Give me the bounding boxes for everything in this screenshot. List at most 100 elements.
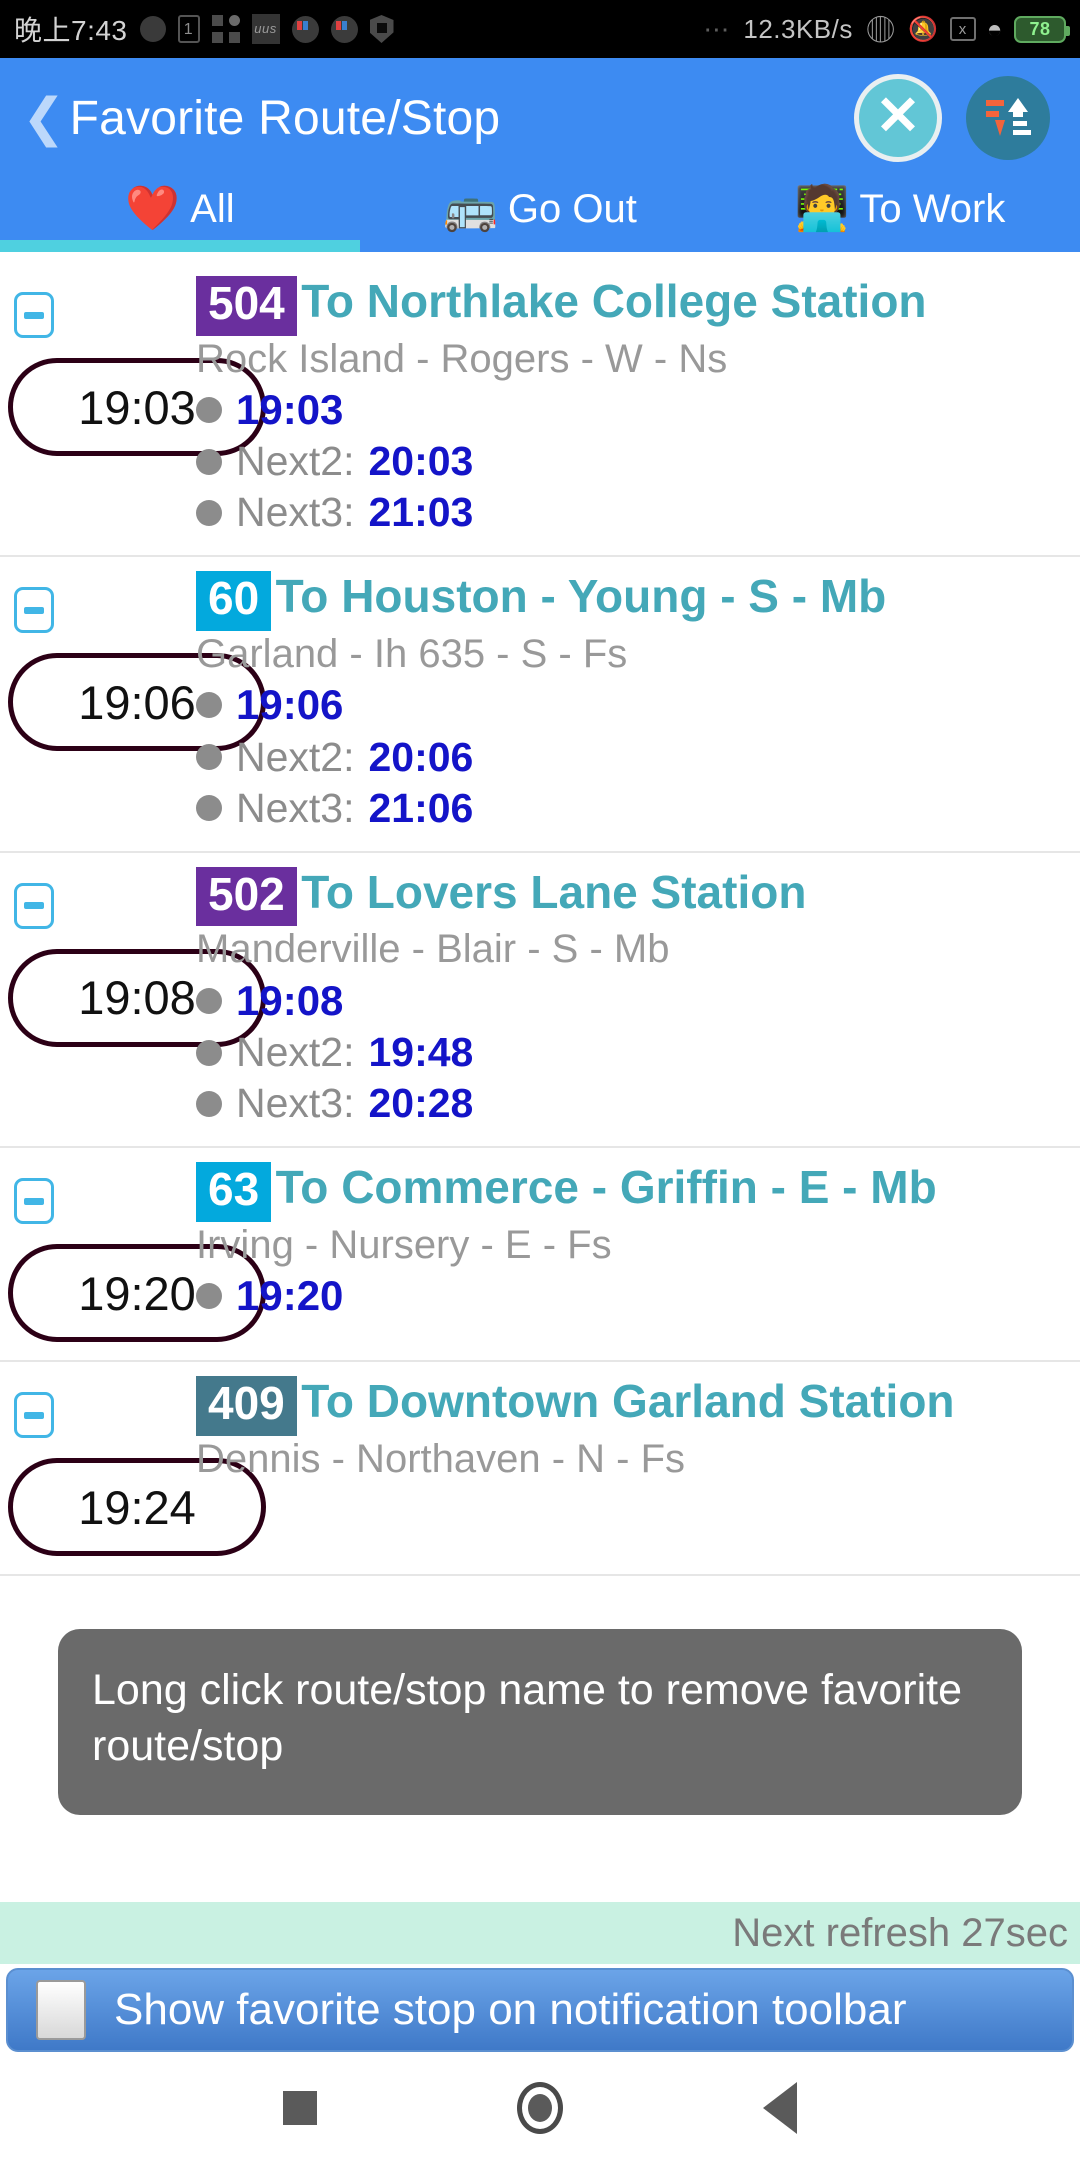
battery-icon: 78 [1014, 15, 1070, 43]
toast-text: Long click route/stop name to remove fav… [92, 1666, 962, 1770]
collapse-button[interactable] [0, 1162, 196, 1225]
tab-to-work[interactable]: 🧑‍💻 To Work [720, 187, 1080, 232]
sim-card-icon: 1 [177, 15, 200, 43]
route-badge: 60 [196, 571, 272, 631]
route-title[interactable]: 63 To Commerce - Griffin - E - Mb [196, 1162, 1080, 1222]
arrival-item: 19:08 [196, 976, 1080, 1026]
minus-box-icon [14, 587, 54, 634]
arrival-time: 21:03 [368, 489, 474, 536]
phone-screen: 晚上7:43 1 uus ⋯ 12.3KB/s 🔴︎ 🔕 x ◓ 78 ❮ Fa… [0, 0, 1080, 2160]
arrival-item: 19:20 [196, 1271, 1080, 1321]
more-dots-icon: ⋯ [703, 13, 733, 44]
collapse-button[interactable] [0, 571, 196, 634]
bullet-icon [196, 795, 222, 822]
close-glyph: ✕ [875, 86, 921, 146]
arrival-list: 19:06 Next2: 20:06 Next3: 21:06 [196, 680, 1080, 833]
arrival-label: Next3: [236, 489, 355, 536]
heart-icon: ❤️ [125, 184, 181, 233]
bullet-icon [196, 448, 222, 475]
desk-worker-icon: 🧑‍💻 [794, 184, 850, 233]
arrival-time: 19:08 [236, 976, 344, 1024]
route-name: To Commerce - Griffin - E - Mb [275, 1161, 937, 1214]
arrival-item: 19:06 [196, 680, 1080, 730]
refresh-bar: Next refresh 27sec [0, 1902, 1080, 1964]
minus-box-icon [14, 882, 54, 929]
minus-box-icon [14, 1178, 54, 1225]
close-circle-icon[interactable]: ✕ [854, 74, 942, 162]
stop-name: Dennis - Northaven - N - Fs [196, 1436, 686, 1481]
bullet-icon [196, 987, 222, 1014]
stop-name: Garland - Ih 635 - S - Fs [196, 631, 628, 676]
table-row[interactable]: 19:08 502 To Lovers Lane Station Manderv… [0, 853, 1080, 1149]
checkbox-icon[interactable] [36, 1980, 86, 2040]
tab-indicator [0, 240, 1080, 252]
route-badge: 63 [196, 1162, 272, 1222]
bullet-icon [196, 396, 222, 423]
arrival-label: Next2: [236, 1029, 355, 1076]
arrival-label: Next2: [236, 733, 355, 780]
shield-icon [369, 15, 394, 43]
bullet-icon [196, 744, 222, 771]
tab-all[interactable]: ❤️ All [0, 187, 360, 232]
minus-box-icon [14, 292, 54, 338]
arrival-list: 19:08 Next2: 19:48 Next3: 20:28 [196, 976, 1080, 1129]
bullet-icon [196, 499, 222, 526]
route-name: To Houston - Young - S - Mb [275, 570, 887, 623]
sun-icon [139, 16, 166, 42]
bullet-icon [196, 692, 222, 719]
bus-icon: 🚌 [443, 184, 498, 233]
stop-name: Manderville - Blair - S - Mb [196, 927, 670, 972]
stop-name: Irving - Nursery - E - Fs [196, 1222, 612, 1267]
wifi-icon: ◓ [986, 13, 1003, 44]
table-row[interactable]: 19:03 504 To Northlake College Station R… [0, 262, 1080, 558]
app-bar: ❮ Favorite Route/Stop ✕ ❤️ All 🚌 Go Out … [0, 58, 1080, 252]
arrival-item: 19:03 [196, 385, 1080, 435]
bluetooth-icon: 🔴︎ [863, 13, 898, 44]
arrival-time: 20:06 [368, 733, 474, 780]
route-title[interactable]: 60 To Houston - Young - S - Mb [196, 571, 1080, 631]
note-icon: uus [251, 14, 280, 44]
android-nav-bar [0, 2056, 1080, 2160]
route-title[interactable]: 502 To Lovers Lane Station [196, 865, 1080, 927]
circle-icon[interactable] [517, 2082, 563, 2134]
show-favorite-stop-label: Show favorite stop on notification toolb… [114, 1985, 907, 2034]
tab-all-label: All [190, 186, 235, 231]
table-row[interactable]: 19:06 60 To Houston - Young - S - Mb Gar… [0, 557, 1080, 853]
arrival-time: 19:03 [236, 385, 344, 433]
route-title[interactable]: 504 To Northlake College Station [196, 275, 1080, 336]
triangle-back-icon[interactable] [763, 2082, 797, 2134]
status-clock: 晚上7:43 [14, 15, 128, 46]
square-icon[interactable] [283, 2091, 317, 2125]
tab-go-out[interactable]: 🚌 Go Out [360, 187, 720, 232]
refresh-countdown: Next refresh 27sec [732, 1910, 1068, 1955]
tab-indicator-active [0, 240, 360, 252]
tab-to-work-label: To Work [859, 186, 1006, 231]
route-badge: 504 [196, 276, 297, 336]
arrival-list: 19:20 [196, 1271, 1080, 1321]
table-row[interactable]: 19:24 409 To Downtown Garland Station De… [0, 1362, 1080, 1577]
table-row[interactable]: 19:20 63 To Commerce - Griffin - E - Mb … [0, 1148, 1080, 1363]
color-app-icon [291, 15, 319, 43]
route-name: To Northlake College Station [301, 275, 927, 327]
back-chevron-icon[interactable]: ❮ [22, 92, 66, 144]
arrival-item: Next3: 20:28 [196, 1079, 1080, 1128]
tab-indicator-inactive-1 [360, 240, 720, 252]
route-name: To Downtown Garland Station [301, 1375, 955, 1428]
sort-updown-icon[interactable] [966, 76, 1050, 160]
arrival-item: Next3: 21:06 [196, 784, 1080, 833]
route-title[interactable]: 409 To Downtown Garland Station [196, 1376, 1080, 1436]
arrival-list: 19:03 Next2: 20:03 Next3: 21:03 [196, 385, 1080, 538]
arrival-item: Next2: 20:06 [196, 733, 1080, 782]
minus-box-icon [14, 1392, 54, 1439]
route-badge: 409 [196, 1376, 297, 1436]
collapse-button[interactable] [0, 276, 196, 338]
route-badge: 502 [196, 866, 297, 927]
collapse-button[interactable] [0, 1376, 196, 1439]
route-name: To Lovers Lane Station [301, 865, 807, 918]
arrival-time: 19:06 [236, 681, 344, 729]
collapse-button[interactable] [0, 867, 196, 929]
xbox-icon: x [949, 17, 976, 41]
show-favorite-stop-toggle[interactable]: Show favorite stop on notification toolb… [6, 1968, 1074, 2052]
stop-name: Rock Island - Rogers - W - Ns [196, 336, 728, 381]
apps-grid-icon [211, 15, 240, 43]
